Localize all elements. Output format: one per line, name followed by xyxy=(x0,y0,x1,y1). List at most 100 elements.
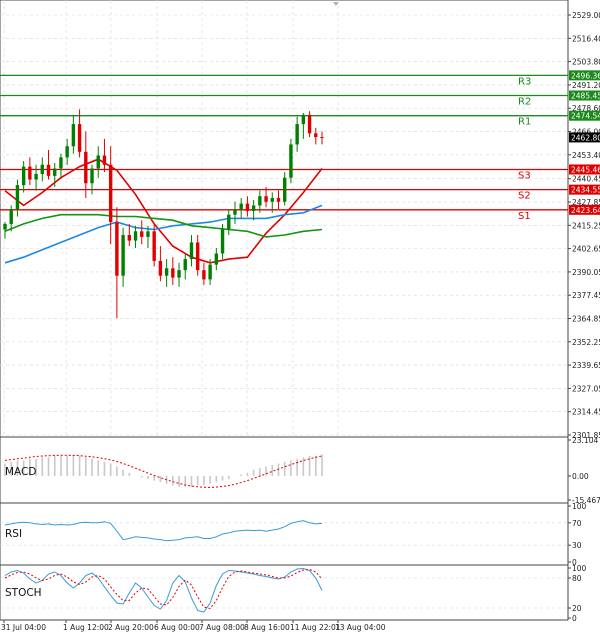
candle-body xyxy=(77,124,82,152)
level-value-label: 2434.55 xyxy=(571,186,600,195)
stoch-panel-frame xyxy=(0,564,569,621)
stoch-tick-label: 0 xyxy=(572,614,577,623)
candle-body xyxy=(108,164,113,223)
candle-body xyxy=(239,203,243,210)
candle-body xyxy=(65,146,69,158)
rsi-panel: RSI xyxy=(0,502,569,566)
price-tick-label: 2390.05 xyxy=(572,268,600,277)
candle-body xyxy=(84,151,88,184)
candle-body xyxy=(133,231,138,241)
time-tick-label: 8 Aug 16:00 xyxy=(244,623,290,632)
candle-body xyxy=(208,264,212,280)
time-tick-label: 2 Aug 20:00 xyxy=(108,623,154,632)
rsi-label: RSI xyxy=(5,528,22,540)
level-name-s2: S2 xyxy=(518,191,531,202)
price-panel-frame xyxy=(0,0,569,438)
stoch-label: STOCH xyxy=(5,587,42,599)
macd-label: MACD xyxy=(5,466,36,478)
level-name-r3: R3 xyxy=(518,76,531,87)
price-tick-label: 2327.05 xyxy=(572,384,600,393)
price-tick-label: 2516.40 xyxy=(572,34,600,43)
candle-body xyxy=(183,259,187,271)
candle-body xyxy=(28,166,32,180)
candle-body xyxy=(34,174,38,180)
price-tick-label: 2402.65 xyxy=(572,245,600,254)
stoch-panel: STOCH xyxy=(0,564,569,621)
candle-body xyxy=(189,242,194,260)
candle-body xyxy=(270,198,274,202)
last-price-label: 2462.80 xyxy=(571,133,600,142)
candle-body xyxy=(233,209,237,215)
time-tick-label: 7 Aug 08:00 xyxy=(199,623,245,632)
candle-body xyxy=(21,166,26,186)
candle-body xyxy=(214,253,219,265)
time-axis: 31 Jul 04:00 1 Aug 12:00 2 Aug 20:00 6 Aug … xyxy=(1,620,386,632)
time-tick-label: 13 Aug 04:00 xyxy=(335,623,386,632)
candle-body xyxy=(320,137,324,139)
price-tick-label: 2352.25 xyxy=(572,338,600,347)
candle-body xyxy=(245,203,250,211)
level-name-s3: S3 xyxy=(518,170,531,181)
candle-body xyxy=(115,222,119,276)
candle-body xyxy=(195,242,200,271)
candle-body xyxy=(9,209,13,224)
candle-body xyxy=(40,164,44,175)
time-tick-label: 6 Aug 00:00 xyxy=(154,623,200,632)
candle-body xyxy=(59,157,63,169)
candle-body xyxy=(127,235,132,241)
candle-body xyxy=(276,198,281,202)
price-tick-label: 2339.65 xyxy=(572,361,600,370)
indicator-axes: 23.1040.00-15.4671007030010080200 xyxy=(568,436,600,623)
candle-body xyxy=(289,144,293,178)
candle-body xyxy=(227,214,231,230)
level-name-r2: R2 xyxy=(518,97,531,108)
rsi-tick-label: 70 xyxy=(572,519,582,528)
candle-body xyxy=(258,196,262,206)
candle-body xyxy=(164,268,169,276)
candle-body xyxy=(177,270,181,278)
price-tick-label: 2427.85 xyxy=(572,198,600,207)
time-tick-label: 31 Jul 04:00 xyxy=(1,623,46,632)
level-name-s1: S1 xyxy=(518,211,531,222)
stoch-tick-label: 100 xyxy=(572,564,587,573)
price-tick-label: 2415.25 xyxy=(572,221,600,230)
candle-body xyxy=(171,268,175,278)
price-tick-label: 2453.40 xyxy=(572,151,600,160)
price-tick-label: 2491.20 xyxy=(572,81,600,90)
price-panel xyxy=(0,0,569,438)
level-value-label: 2445.46 xyxy=(571,165,600,174)
candle-body xyxy=(96,155,100,169)
candle-body xyxy=(90,168,94,184)
price-tick-label: 2440.45 xyxy=(572,175,600,184)
level-value-label: 2496.36 xyxy=(571,71,600,80)
candle-body xyxy=(3,223,7,230)
candle-body xyxy=(251,205,256,211)
stoch-tick-label: 20 xyxy=(572,604,582,613)
candle-body xyxy=(140,231,144,237)
last-price-marker: 2462.80 xyxy=(569,132,600,143)
candle-body xyxy=(102,155,107,165)
candle-body xyxy=(295,124,299,145)
price-tick-label: 2364.85 xyxy=(572,315,600,324)
candle-body xyxy=(158,260,163,276)
candle-body xyxy=(220,229,225,254)
candle-body xyxy=(314,133,318,138)
price-tick-label: 2478.60 xyxy=(572,104,600,113)
trading-chart: R32496.36R22485.45R12474.54S32445.46S224… xyxy=(0,0,600,632)
candle-body xyxy=(53,168,57,176)
level-name-r1: R1 xyxy=(518,117,531,128)
price-tick-label: 2314.45 xyxy=(572,408,600,417)
price-tick-label: 2377.45 xyxy=(572,291,600,300)
macd-tick-label: 23.104 xyxy=(572,436,598,445)
candle-body xyxy=(283,177,287,202)
candle-body xyxy=(202,270,206,280)
candle-body xyxy=(301,114,306,125)
candle-body xyxy=(46,164,51,176)
candle-body xyxy=(71,124,76,147)
candle-body xyxy=(146,231,150,237)
candle-body xyxy=(264,196,268,202)
price-tick-label: 2503.80 xyxy=(572,58,600,67)
rsi-panel-frame xyxy=(0,502,569,566)
macd-panel: MACD xyxy=(0,436,569,504)
rsi-tick-label: 100 xyxy=(572,502,587,511)
